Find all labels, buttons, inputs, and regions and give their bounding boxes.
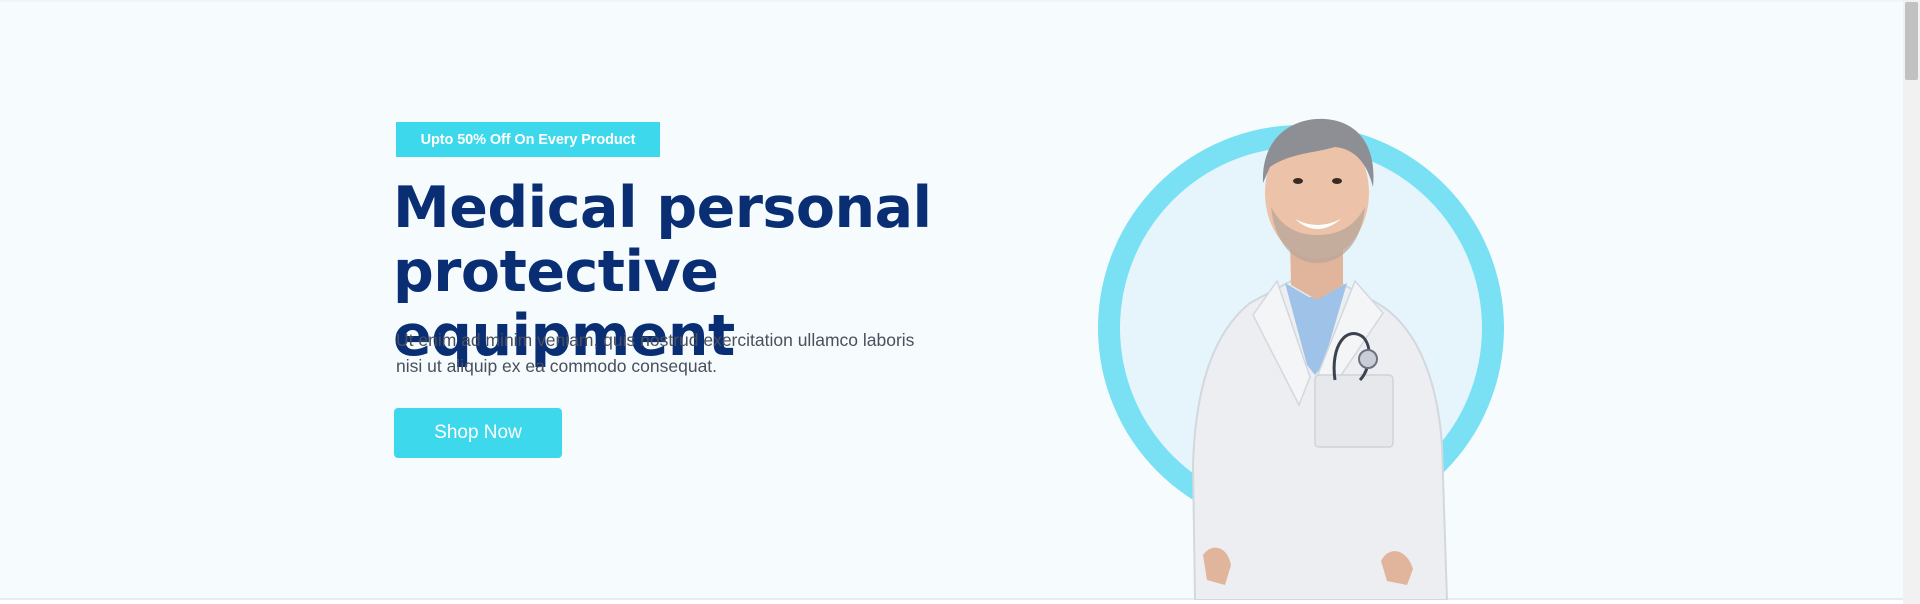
shop-now-button[interactable]: Shop Now xyxy=(394,408,562,458)
page: Upto 50% Off On Every Product Medical pe… xyxy=(0,0,1920,604)
page-scrollbar[interactable] xyxy=(1903,0,1920,604)
header-shadow xyxy=(0,0,1903,3)
hero-banner: Upto 50% Off On Every Product Medical pe… xyxy=(0,0,1903,601)
scrollbar-thumb[interactable] xyxy=(1905,2,1918,80)
hero-description: Ut enim ad minim veniam, quis nostrud ex… xyxy=(396,327,986,379)
eye-right xyxy=(1332,178,1342,184)
hero-title-line-1: Medical personal xyxy=(393,175,932,241)
stethoscope-chestpiece xyxy=(1358,349,1378,369)
hero-description-line-2: nisi ut aliquip ex ea commodo consequat. xyxy=(396,356,718,376)
discount-badge: Upto 50% Off On Every Product xyxy=(396,122,660,157)
hero-description-line-1: Ut enim ad minim veniam, quis nostrud ex… xyxy=(396,330,915,350)
coat-pocket xyxy=(1314,374,1394,448)
eye-left xyxy=(1293,178,1303,184)
doctor-portrait-image xyxy=(1085,75,1545,601)
doctor-illustration xyxy=(1098,118,1504,601)
